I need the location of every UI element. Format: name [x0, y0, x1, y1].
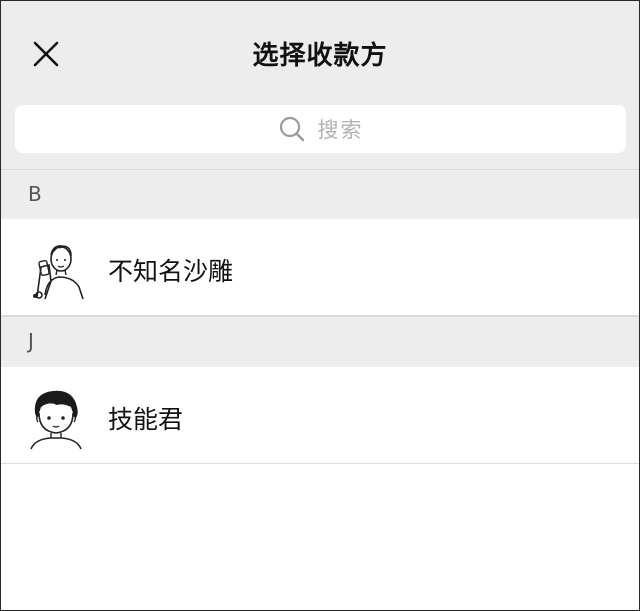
section-letter: J [28, 329, 34, 353]
section-header-j: J [1, 316, 639, 365]
search-bar[interactable]: 搜索 [15, 105, 626, 153]
contact-row-bu-zhi-ming-sha-diao[interactable]: 不知名沙雕 [1, 219, 639, 316]
empty-list-area [1, 464, 639, 610]
avatar-boy-icon [23, 385, 89, 451]
avatar-man-with-phone-icon [23, 237, 89, 303]
contact-name: 不知名沙雕 [108, 257, 234, 286]
search-icon [279, 116, 304, 142]
search-placeholder: 搜索 [317, 118, 364, 142]
section-header-b: B [1, 169, 639, 218]
search-content: 搜索 [15, 105, 626, 153]
page-title: 选择收款方 [252, 41, 388, 71]
payee-picker-screen: 选择收款方 搜索 B 不知名沙雕 J 技能君 [0, 0, 640, 611]
contact-row-ji-neng-jun[interactable]: 技能君 [1, 367, 639, 464]
nav-header: 选择收款方 [1, 1, 639, 105]
contact-name: 技能君 [108, 405, 184, 434]
section-letter: B [28, 182, 42, 206]
